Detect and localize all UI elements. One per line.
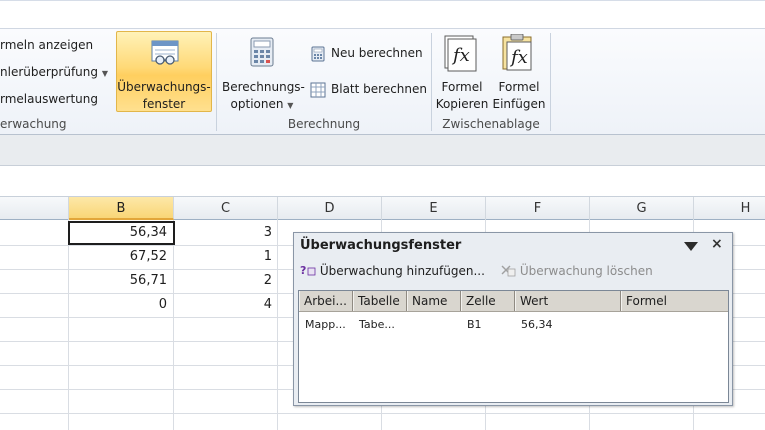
error-checking-label: nlerüberprüfung (0, 65, 99, 79)
group-separator (216, 33, 217, 131)
add-watch-icon: ? (300, 264, 316, 277)
watch-row-workbook: Mapp... (305, 318, 346, 331)
sheet-calculator-icon (310, 82, 326, 98)
column-header-value[interactable]: Wert (515, 291, 621, 311)
watch-list[interactable]: Arbei... Tabelle Name Zelle Wert Formel … (298, 290, 729, 403)
cell-c2[interactable]: 1 (174, 245, 278, 269)
svg-text:fx: fx (451, 45, 470, 66)
copy-formula-button[interactable]: fx Formel Kopieren (434, 34, 490, 114)
add-watch-label: Überwachung hinzufügen... (319, 264, 485, 278)
column-header-workbook[interactable]: Arbei... (299, 291, 353, 311)
delete-watch-label: Überwachung löschen (519, 264, 653, 278)
svg-text:?: ? (300, 264, 306, 277)
watch-row-sheet: Tabe... (359, 318, 395, 331)
watch-window-title: Überwachungsfenster (300, 238, 462, 253)
cell-b2[interactable]: 67,52 (69, 245, 173, 269)
svg-text:fx: fx (509, 47, 528, 68)
watch-window-panel[interactable]: Überwachungsfenster × ? Überwachung hinz… (293, 232, 733, 406)
chevron-down-icon: ▼ (101, 69, 108, 78)
watch-window-label-line1: Überwachungs- (117, 80, 211, 94)
column-header-f[interactable]: F (486, 197, 590, 220)
formula-copy-icon: fx (444, 35, 477, 72)
watch-row-formula (623, 316, 727, 334)
cell-c1[interactable]: 3 (174, 221, 278, 245)
calculate-sheet-label: Blatt berechnen (331, 82, 427, 96)
column-header-c[interactable]: C (174, 197, 278, 220)
calculation-options-button[interactable]: Berechnungs- optionen ▼ (222, 34, 305, 114)
paste-formula-label-line1: Formel (498, 80, 540, 94)
group-separator (550, 33, 551, 131)
copy-formula-label-line1: Formel (441, 80, 483, 94)
watch-window-button[interactable]: Überwachungs- fenster (116, 31, 212, 112)
cell-b3[interactable]: 56,71 (69, 269, 173, 293)
delete-watch-icon (501, 265, 516, 277)
column-header-row: B C D E F G H (0, 196, 765, 220)
column-header-formula[interactable]: Formel (621, 291, 728, 311)
calculate-now-label: Neu berechnen (331, 46, 423, 60)
chevron-down-icon: ▼ (287, 101, 294, 110)
close-icon[interactable]: × (711, 236, 723, 252)
column-header-sheet[interactable]: Tabelle (353, 291, 407, 311)
dropdown-icon[interactable] (684, 240, 698, 254)
calculation-options-text: optionen (230, 97, 284, 111)
ribbon-tab-strip (0, 1, 765, 29)
calculation-options-label-line1: Berechnungs- (222, 80, 305, 94)
delete-watch-button[interactable]: Überwachung löschen (500, 263, 653, 278)
watch-row-name (409, 316, 461, 334)
watch-window-label-line2: fenster (142, 97, 186, 111)
error-checking-button[interactable]: nlerüberprüfung ▼ (0, 65, 108, 79)
calculation-group-label: Berechnung (287, 117, 361, 131)
calculation-options-label-line2: optionen ▼ (222, 96, 302, 114)
cell-c4[interactable]: 4 (174, 293, 278, 317)
evaluate-formula-button[interactable]: rmelauswertung (0, 92, 98, 106)
add-watch-button[interactable]: ? Überwachung hinzufügen... (300, 263, 485, 278)
watch-row-cell: B1 (467, 318, 482, 331)
calculator-icon (250, 37, 274, 67)
cell-b4[interactable]: 0 (69, 293, 173, 317)
column-header-cell[interactable]: Zelle (461, 291, 515, 311)
column-header-b[interactable]: B (69, 197, 174, 220)
copy-formula-label-line2: Kopieren (435, 97, 489, 111)
sheet-top-area (0, 166, 765, 196)
formula-paste-icon: fx (502, 34, 532, 71)
column-header-name[interactable]: Name (407, 291, 461, 311)
active-cell-border (68, 221, 175, 245)
watch-row-value: 56,34 (521, 318, 553, 331)
watch-window-icon (151, 40, 179, 65)
grid-line (0, 413, 765, 414)
column-header-e[interactable]: E (382, 197, 486, 220)
column-header-d[interactable]: D (278, 197, 382, 220)
column-header-h[interactable]: H (694, 197, 765, 220)
paste-formula-label-line2: Einfügen (492, 97, 546, 111)
clipboard-group-label: Zwischenablage (442, 117, 540, 131)
ribbon: rmeln anzeigen nlerüberprüfung ▼ rmelaus… (0, 0, 765, 135)
calculate-now-button[interactable]: Neu berechnen (310, 45, 425, 63)
column-header-a[interactable] (0, 197, 69, 220)
column-header-g[interactable]: G (590, 197, 694, 220)
calculate-sheet-button[interactable]: Blatt berechnen (310, 81, 427, 99)
watch-list-header: Arbei... Tabelle Name Zelle Wert Formel (299, 291, 728, 312)
formula-auditing-group-label: erwachung (0, 117, 67, 131)
calculator-small-icon (311, 46, 325, 62)
paste-formula-button[interactable]: fx Formel Einfügen (491, 34, 547, 114)
show-formulas-button[interactable]: rmeln anzeigen (0, 38, 93, 52)
formula-bar-area (0, 134, 765, 166)
cell-c3[interactable]: 2 (174, 269, 278, 293)
